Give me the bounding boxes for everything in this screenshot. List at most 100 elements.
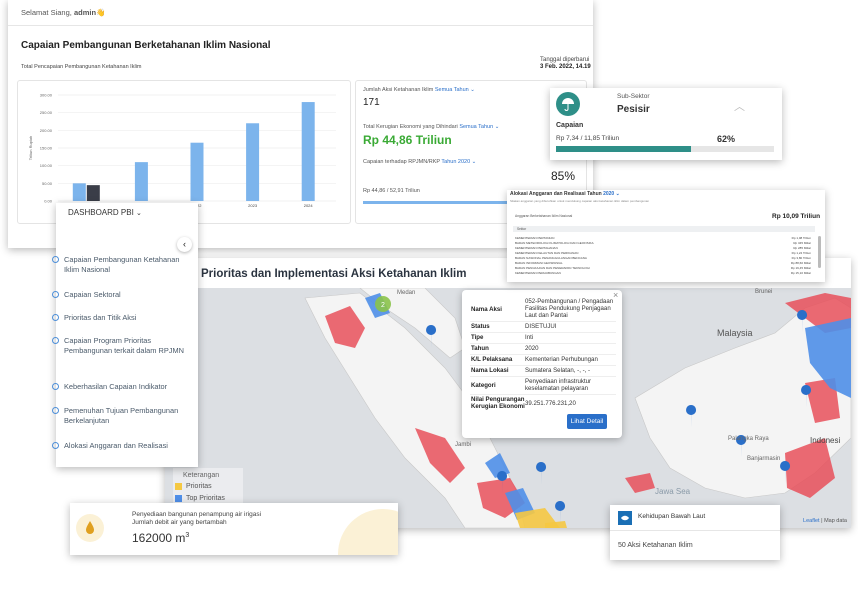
sidebar-item-prioritas[interactable]: Prioritas dan Titik Aksi xyxy=(52,313,194,323)
sidebar-item-capaian-nasional[interactable]: Capaian Pembangunan Ketahanan Iklim Nasi… xyxy=(52,255,194,275)
sea-label: Kehidupan Bawah Laut xyxy=(638,513,706,520)
bullet-icon xyxy=(52,383,59,390)
sidebar-item-label: Alokasi Anggaran dan Realisasi xyxy=(64,441,168,450)
sdg-badge xyxy=(618,511,632,525)
subsector-progress-fill xyxy=(556,146,692,152)
bar xyxy=(190,142,204,201)
rpjmn-filter-select[interactable]: Tahun 2020 ⌄ xyxy=(441,159,476,165)
sidebar-item-sdg[interactable]: Pemenuhan Tujuan Pembangunan Berkelanjut… xyxy=(52,406,194,426)
map-label-indonesia: Indonesi xyxy=(810,436,840,445)
budget-row-name: BADAN INFORMASI GEOSPASIAL xyxy=(515,261,563,265)
budget-row-name: KEMENTERIAN PERTAHANAN xyxy=(515,246,558,250)
bullet-icon xyxy=(52,442,59,449)
wave-icon: 👋 xyxy=(96,8,106,17)
umbrella-icon xyxy=(562,98,574,111)
rpjmn-filter-value: Tahun 2020 xyxy=(441,159,471,165)
popup-row: Tahun 2020 xyxy=(470,345,616,355)
budget-row-name: KEMENTERIAN PERHUBUNGAN xyxy=(515,271,561,275)
sidebar-item-capaian-sektoral[interactable]: Capaian Sektoral xyxy=(52,290,194,300)
water-card-decoration xyxy=(338,509,398,555)
map-label-jambi: Jambi xyxy=(455,442,471,448)
count-filter-select[interactable]: Semua Tahun ⌄ xyxy=(435,87,475,93)
subsector-name: Pesisir xyxy=(617,104,650,115)
popup-row: Nilai Pengurangan Kerugian Ekonomi 39.251… xyxy=(471,396,576,410)
budget-row-value: Rp 3,80 Triliun xyxy=(791,256,811,260)
bar xyxy=(72,183,86,201)
chevron-down-icon: ⌄ xyxy=(470,87,475,93)
popup-row: Kategori Penyediaan infrastruktur keselam… xyxy=(470,378,616,395)
sidebar-item-anggaran[interactable]: Alokasi Anggaran dan Realisasi xyxy=(52,441,194,451)
bullet-icon xyxy=(52,291,59,298)
map-label-jawa: Jawa Sea xyxy=(655,487,691,496)
sea-count: 50 Aksi Ketahanan Iklim xyxy=(618,542,693,549)
popup-row: Nama Lokasi Sumatera Selatan, -, -, - xyxy=(470,367,616,377)
legend-title: Keterangan xyxy=(183,472,220,479)
count-filter-value: Semua Tahun xyxy=(434,87,469,93)
sidebar-item-label: Capaian Program Prioritas Pembangunan te… xyxy=(64,336,184,355)
legend-swatch-top xyxy=(175,495,182,502)
map-label-medan: Medan xyxy=(397,290,415,296)
y-tick-label: 250.00 xyxy=(40,110,53,115)
updated-value: 3 Feb. 2022, 14.19 xyxy=(540,64,591,70)
budget-row-name: BADAN PENGKAJIAN DAN PENERAPAN TEKNOLOGI xyxy=(515,266,590,270)
sidebar-item-indikator[interactable]: Keberhasilan Capaian Indikator xyxy=(52,382,194,392)
budget-row-name: BADAN METEOROLOGI KLIMATOLOGI DAN GEOFIS… xyxy=(515,241,594,245)
sidebar-item-program-prioritas[interactable]: Capaian Program Prioritas Pembangunan te… xyxy=(52,336,194,356)
x-tick-label: 2024 xyxy=(304,203,314,208)
count-label-text: Jumlah Aksi Ketahanan Iklim xyxy=(363,87,434,93)
budget-list[interactable]: KEMENTERIAN PERTANIAN Rp 1,08 Triliun BA… xyxy=(513,236,813,276)
y-tick-label: 100.00 xyxy=(40,163,53,168)
sidebar-item-label: Capaian Pembangunan Ketahanan Iklim Nasi… xyxy=(64,255,180,274)
bar xyxy=(301,102,315,201)
loss-label: Total Kerugian Ekonomi yang Dihindari Se… xyxy=(363,124,499,130)
leaflet-link[interactable]: Leaflet xyxy=(803,518,820,524)
bullet-icon xyxy=(52,256,59,263)
water-drop-badge xyxy=(76,514,104,542)
budget-header-bar xyxy=(513,226,815,232)
collapse-sidebar-button[interactable]: ‹ xyxy=(177,237,192,252)
subsector-amount: Rp 7,34 / 11,85 Triliun xyxy=(556,135,620,142)
budget-row-name: BADAN NASIONAL PENANGGULANGAN BENCANA xyxy=(515,256,587,260)
legend-label-top: Top Prioritas xyxy=(186,495,225,502)
updated-label: Tanggal diperbarui xyxy=(540,57,590,63)
budget-row-value: Rp 88,60 Miliar xyxy=(790,261,811,265)
budget-row-value: Rp 1,24 Triliun xyxy=(791,251,811,255)
rpjmn-percent: 85% xyxy=(551,169,576,183)
sidebar-item-label: Prioritas dan Titik Aksi xyxy=(64,313,137,322)
budget-row-value: Rp 1,08 Triliun xyxy=(791,236,811,240)
chevron-down-icon: ⌄ xyxy=(471,159,477,165)
sidebar-item-label: Keberhasilan Capaian Indikator xyxy=(64,382,168,391)
popup-row: Nama Aksi 052-Pembangunan / Pengadaan Fas… xyxy=(470,297,616,322)
map-label-banjarmasin: Banjarmasin xyxy=(747,456,780,462)
lihat-detail-button[interactable]: Lihat Detail xyxy=(567,414,607,429)
map-label-brunei: Brunei xyxy=(755,289,772,295)
chevron-up-icon[interactable]: ︿ xyxy=(734,98,745,114)
rpjmn-label: Capaian terhadap RPJMN/RKP Tahun 2020 ⌄ xyxy=(363,159,476,165)
sea-divider xyxy=(610,530,780,531)
loss-filter-select[interactable]: Semua Tahun ⌄ xyxy=(459,124,499,130)
legend-swatch-prioritas xyxy=(175,483,182,490)
budget-subtitle: Silakan anggaran yang dibutuhkan untuk m… xyxy=(510,199,650,203)
sidebar-item-label: Pemenuhan Tujuan Pembangunan Berkelanjut… xyxy=(64,406,179,425)
subsector-label: Sub-Sektor xyxy=(617,93,650,100)
bar xyxy=(86,185,100,201)
water-label: Penyediaan bangunan penampung air irigas… xyxy=(132,511,262,518)
budget-total-value: Rp 10,09 Triliun xyxy=(772,213,821,220)
water-value-text: 162000 m xyxy=(132,531,186,545)
map-attribution[interactable]: Leaflet | Map data xyxy=(803,518,847,524)
loss-label-text: Total Kerugian Ekonomi yang Dihindari xyxy=(363,124,458,130)
water-sub: Jumlah debit air yang bertambah xyxy=(132,519,227,526)
budget-row-value: Rp 19,45 Miliar xyxy=(790,266,811,270)
y-tick-label: 0.00 xyxy=(44,199,53,204)
bar xyxy=(134,162,148,201)
y-axis-label: Triliun Rupiah xyxy=(28,136,33,161)
count-label: Jumlah Aksi Ketahanan Iklim Semua Tahun … xyxy=(363,87,475,93)
subsector-progress-track xyxy=(556,146,774,152)
bullet-icon xyxy=(52,407,59,414)
dashboard-menu-button[interactable]: DASHBOARD PBI ⌄ xyxy=(68,208,142,217)
y-tick-label: 150.00 xyxy=(40,146,53,151)
budget-year-select[interactable]: 2020 ⌄ xyxy=(603,191,620,197)
budget-scrollbar[interactable] xyxy=(818,236,821,268)
map-data-text: Map data xyxy=(824,518,847,524)
map-title: Prioritas dan Implementasi Aksi Ketahana… xyxy=(201,268,467,280)
